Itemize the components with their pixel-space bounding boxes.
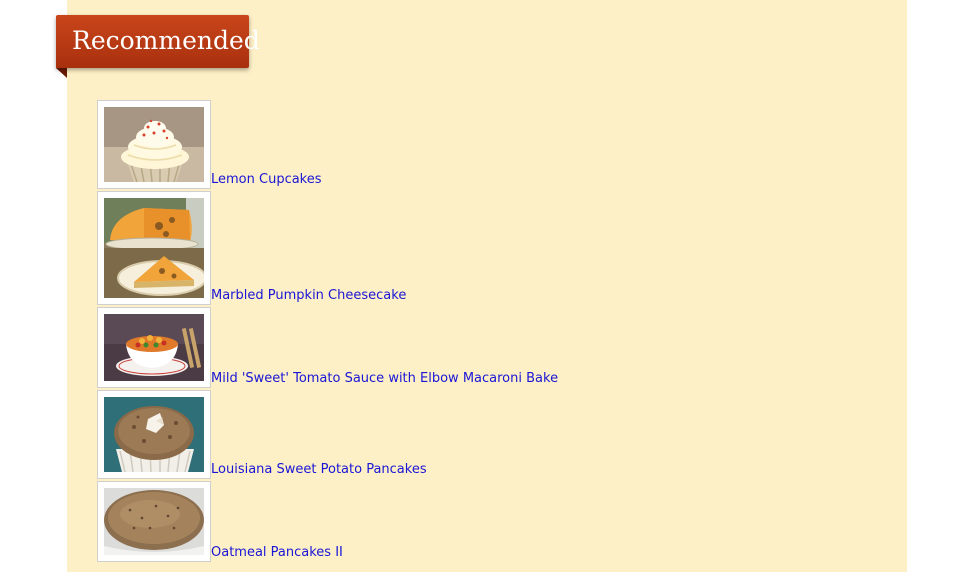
list-item: Lemon Cupcakes (97, 100, 558, 189)
oatmeal-pancake-image (104, 488, 204, 555)
recipe-thumbnail-link[interactable] (97, 481, 211, 562)
recipe-link[interactable]: Marbled Pumpkin Cheesecake (211, 288, 406, 304)
recommended-ribbon: Recommended (56, 15, 260, 68)
section-title: Recommended (72, 26, 260, 55)
recipe-thumbnail-link[interactable] (97, 390, 211, 479)
sweet-potato-muffin-image (104, 397, 204, 472)
recipe-thumbnail-link[interactable] (97, 191, 211, 305)
lemon-cupcake-image (104, 107, 204, 182)
ribbon-fold (56, 68, 67, 78)
recommended-list: Lemon Cupcakes Marbled Pumpkin Cheesecak… (97, 100, 558, 564)
recipe-thumbnail-link[interactable] (97, 307, 211, 388)
list-item: Oatmeal Pancakes II (97, 481, 558, 562)
pumpkin-cheesecake-image (104, 198, 204, 298)
list-item: Marbled Pumpkin Cheesecake (97, 191, 558, 305)
list-item: Mild 'Sweet' Tomato Sauce with Elbow Mac… (97, 307, 558, 388)
recipe-link[interactable]: Mild 'Sweet' Tomato Sauce with Elbow Mac… (211, 371, 558, 387)
list-item: Louisiana Sweet Potato Pancakes (97, 390, 558, 479)
recipe-link[interactable]: Louisiana Sweet Potato Pancakes (211, 462, 427, 478)
recipe-thumbnail-link[interactable] (97, 100, 211, 189)
macaroni-bowl-image (104, 314, 204, 381)
recipe-link[interactable]: Lemon Cupcakes (211, 172, 322, 188)
recipe-link[interactable]: Oatmeal Pancakes II (211, 545, 343, 561)
